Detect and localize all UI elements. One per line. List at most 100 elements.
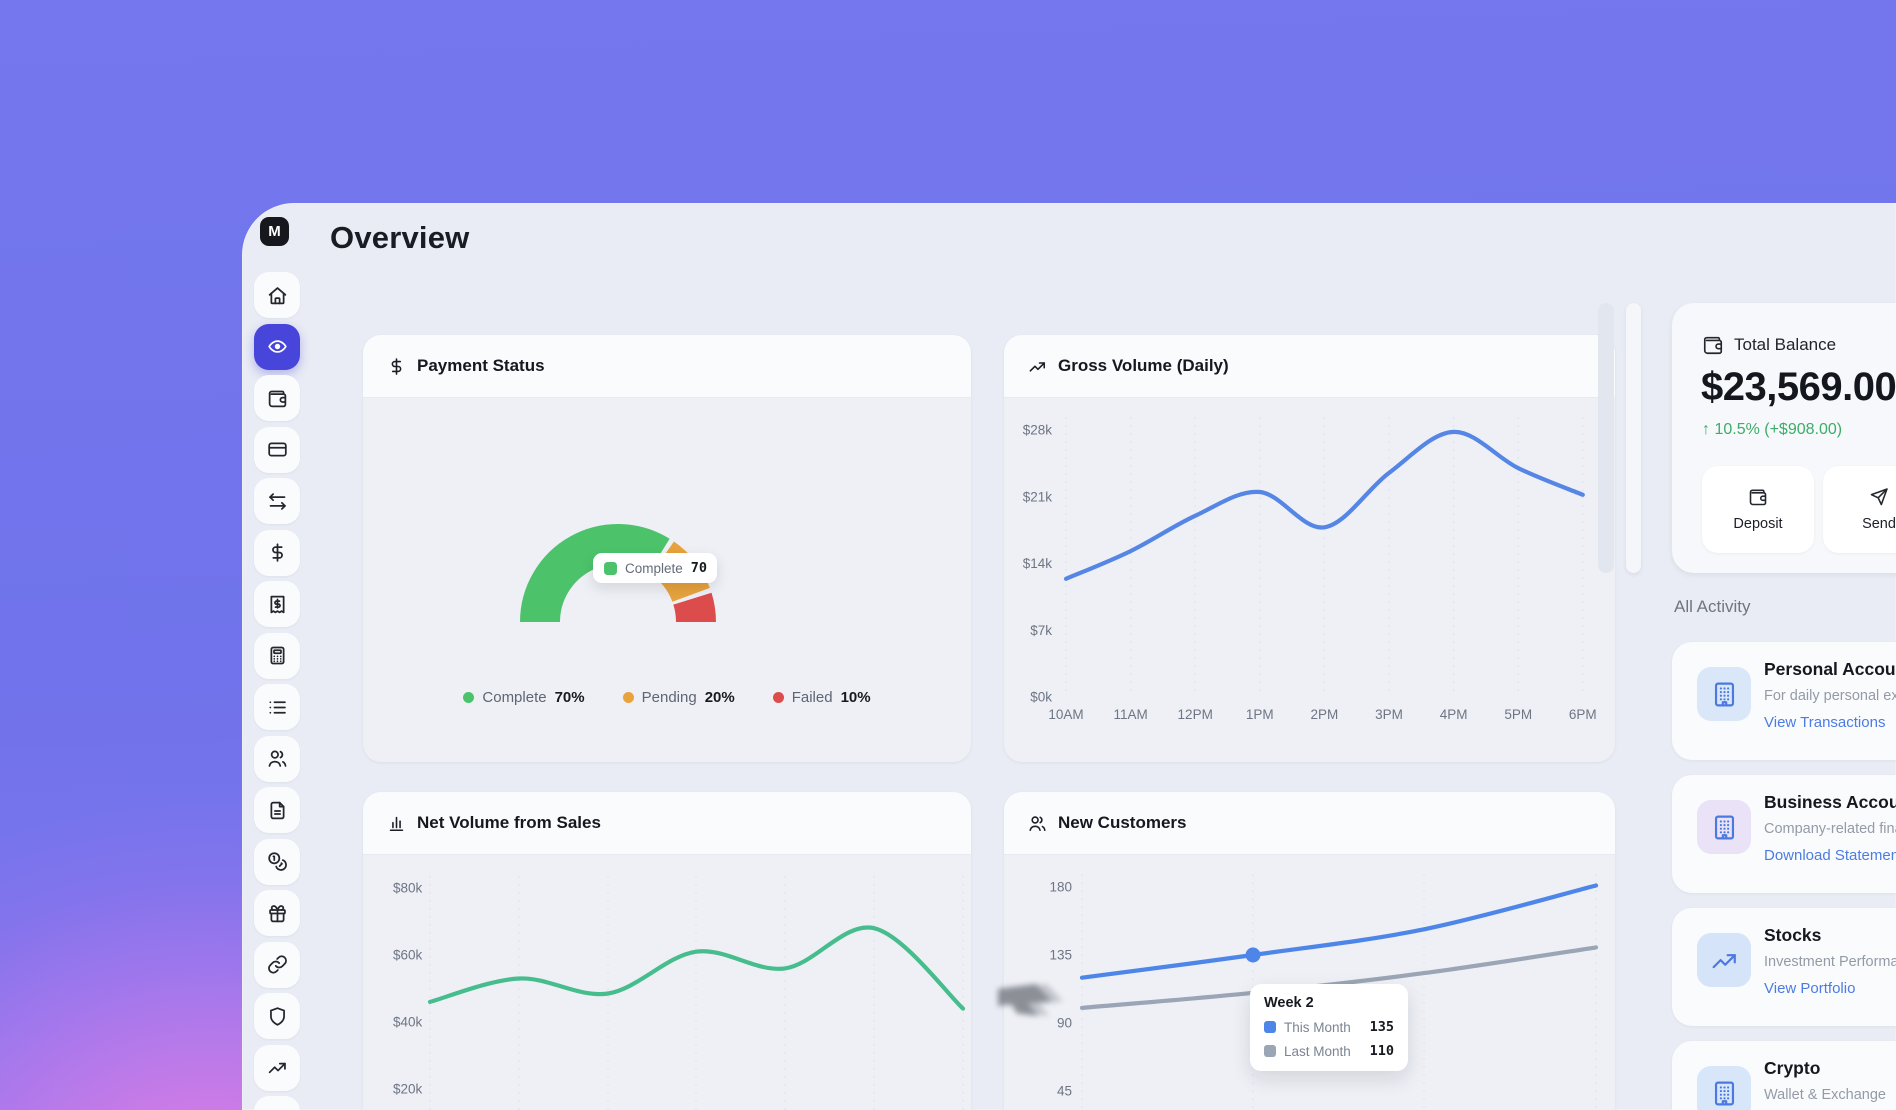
net-volume-chart: $80k$60k$40k$20k	[363, 854, 971, 1110]
gauge-tooltip: Complete 70	[593, 553, 717, 583]
list-icon	[267, 697, 288, 718]
sidebar-item-gift[interactable]	[254, 890, 300, 936]
balance-amount: $23,569.00	[1701, 365, 1896, 410]
wallet-icon	[1702, 334, 1724, 356]
trending-up-icon	[1710, 946, 1739, 975]
peek-card-front	[1626, 303, 1641, 573]
payment-status-card: Payment Status Complete 70 Complete70% Pe…	[363, 335, 971, 762]
activity-subtitle: Wallet & Exchange	[1764, 1087, 1886, 1103]
activity-link[interactable]: Download Statements	[1764, 847, 1896, 864]
activity-link[interactable]: View Transactions	[1764, 714, 1885, 731]
building-icon	[1710, 1079, 1739, 1108]
wallet-icon	[1748, 487, 1768, 507]
dollar-sign-icon	[387, 357, 406, 376]
dashboard-panel: M Overview Payment Status Complete 70 Co…	[242, 203, 1896, 1110]
activity-link[interactable]: View Portfolio	[1764, 980, 1855, 997]
activity-title: Stocks	[1764, 925, 1821, 946]
card-title: Payment Status	[417, 356, 545, 376]
building-icon	[1710, 813, 1739, 842]
file-text-icon	[267, 800, 288, 821]
activity-title: Crypto	[1764, 1058, 1820, 1079]
bar-chart-icon	[387, 814, 406, 833]
sidebar-item-users[interactable]	[254, 736, 300, 782]
users-icon	[1028, 814, 1047, 833]
deposit-button[interactable]: Deposit	[1702, 466, 1814, 553]
coins-icon	[267, 851, 288, 872]
app-logo: M	[260, 217, 289, 246]
svg-text:$14k: $14k	[1023, 556, 1053, 571]
sidebar-item-eye[interactable]	[254, 324, 300, 370]
sidebar-item-list[interactable]	[254, 684, 300, 730]
legend-item-complete: Complete70%	[463, 689, 584, 706]
page-title: Overview	[330, 220, 469, 256]
activity-card-crypto[interactable]: Crypto Wallet & Exchange	[1672, 1041, 1896, 1110]
svg-text:135: 135	[1049, 948, 1072, 963]
svg-text:6PM: 6PM	[1569, 707, 1597, 722]
trending-up-icon	[1028, 357, 1047, 376]
activity-card-business-account[interactable]: Business AccountCompany-related finances…	[1672, 775, 1896, 893]
wallet-icon	[1702, 334, 1724, 356]
sidebar-item-arrows-left-right[interactable]	[254, 478, 300, 524]
tooltip-row: Last Month110	[1264, 1043, 1394, 1059]
eye-icon	[267, 336, 288, 357]
svg-text:1PM: 1PM	[1246, 707, 1274, 722]
tooltip-title: Week 2	[1264, 995, 1394, 1011]
svg-text:180: 180	[1049, 880, 1072, 895]
sidebar-item-coins[interactable]	[254, 839, 300, 885]
svg-text:4PM: 4PM	[1440, 707, 1468, 722]
payment-gauge-area: Complete 70 Complete70%Pending20%Failed1…	[363, 397, 971, 762]
sidebar-item-shield[interactable]	[254, 993, 300, 1039]
sidebar-item-wallet[interactable]	[254, 375, 300, 421]
svg-text:90: 90	[1057, 1016, 1072, 1031]
activity-title: Business Account	[1764, 792, 1896, 813]
sidebar-item-calculator[interactable]	[254, 633, 300, 679]
net-volume-card: Net Volume from Sales $80k$60k$40k$20k	[363, 792, 971, 1110]
dollar-sign-icon	[387, 357, 406, 376]
trending-up-icon	[1028, 357, 1047, 376]
net-volume-chart-area: $80k$60k$40k$20k	[363, 854, 971, 1110]
svg-text:3PM: 3PM	[1375, 707, 1403, 722]
arrows-left-right-icon	[267, 491, 288, 512]
activity-subtitle: Investment Performance	[1764, 954, 1896, 970]
trending-up-icon	[267, 1057, 288, 1078]
svg-text:$40k: $40k	[393, 1015, 423, 1030]
tooltip-value: 70	[691, 560, 707, 576]
home-icon	[267, 285, 288, 306]
new-customers-card: New Customers 1801359045 Week 2 This Mon…	[1004, 792, 1615, 1110]
total-balance-card: Total Balance $23,569.00 ↑ 10.5% (+$908.…	[1672, 303, 1896, 573]
activity-card-stocks[interactable]: Stocks Investment Performance View Portfol…	[1672, 908, 1896, 1026]
credit-card-icon	[267, 439, 288, 460]
activity-icon-tile	[1697, 933, 1751, 987]
link-icon	[267, 954, 288, 975]
card-header: Net Volume from Sales	[363, 792, 971, 855]
sidebar-item-link[interactable]	[254, 942, 300, 988]
deposit-label: Deposit	[1733, 516, 1782, 532]
sidebar-item-trending-up[interactable]	[254, 1045, 300, 1091]
balance-label: Total Balance	[1734, 335, 1836, 355]
legend-item-pending: Pending20%	[623, 689, 735, 706]
sidebar-item-home[interactable]	[254, 272, 300, 318]
svg-text:5PM: 5PM	[1504, 707, 1532, 722]
sidebar-item-dollar-sign[interactable]	[254, 530, 300, 576]
send-icon	[1869, 487, 1889, 507]
send-icon	[1869, 487, 1889, 507]
payment-legend: Complete70%Pending20%Failed10%	[363, 689, 971, 706]
gross-volume-chart-area: $28k$21k$14k$7k$0k10AM11AM12PM1PM2PM3PM4…	[1004, 397, 1615, 762]
svg-text:45: 45	[1057, 1084, 1072, 1099]
activity-card-personal-account[interactable]: Personal AccountFor daily personal expen…	[1672, 642, 1896, 760]
send-button[interactable]: Send	[1823, 466, 1896, 553]
sidebar-item-credit-card[interactable]	[254, 427, 300, 473]
svg-text:$28k: $28k	[1023, 423, 1053, 438]
activity-title: Personal Account	[1764, 659, 1896, 680]
shield-icon	[267, 1006, 288, 1027]
sidebar-item-receipt-dollar[interactable]	[254, 581, 300, 627]
sidebar-item-file-text[interactable]	[254, 787, 300, 833]
sidebar-item-device[interactable]	[254, 1096, 300, 1110]
wallet-icon	[267, 388, 288, 409]
tooltip-swatch	[604, 562, 617, 575]
card-header: Gross Volume (Daily)	[1004, 335, 1615, 398]
new-customers-chart: 180 135 90 45	[1004, 854, 1615, 1110]
activity-icon-tile	[1697, 800, 1751, 854]
svg-text:2PM: 2PM	[1311, 707, 1339, 722]
svg-text:$60k: $60k	[393, 948, 423, 963]
